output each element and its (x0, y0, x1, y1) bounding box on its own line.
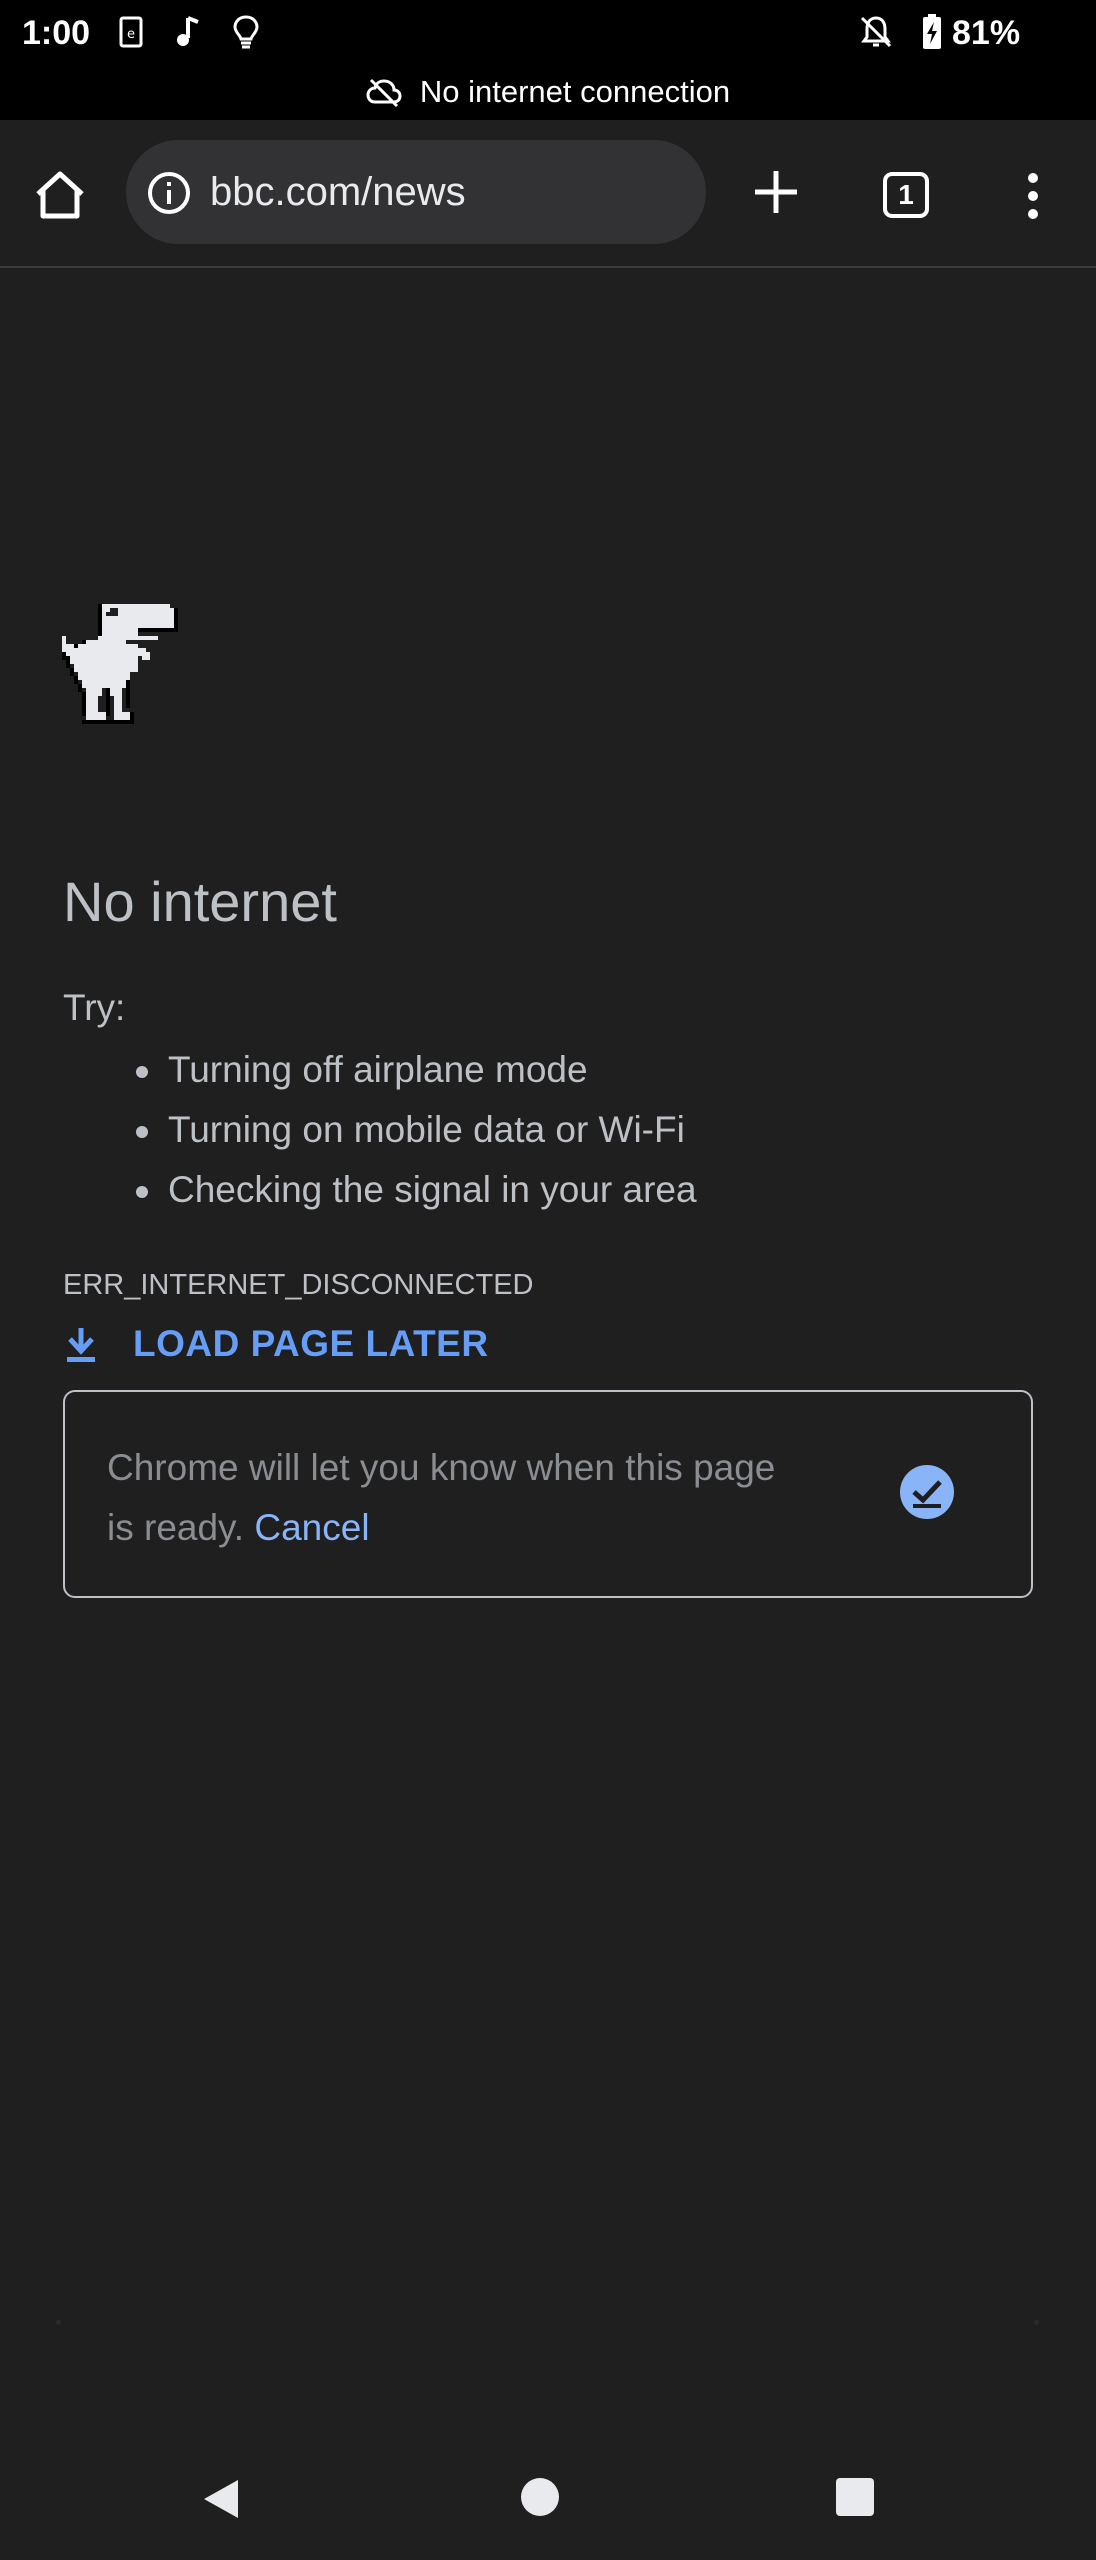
cloud-off-icon (366, 78, 402, 107)
list-item: Checking the signal in your area (0, 1164, 697, 1224)
offline-banner: No internet connection (0, 70, 1096, 114)
url-bar[interactable]: bbc.com/news (126, 140, 706, 244)
plus-icon[interactable] (750, 166, 802, 218)
list-item: Turning on mobile data or Wi-Fi (0, 1104, 697, 1164)
info-icon[interactable] (146, 170, 192, 216)
edge-dot (1034, 2320, 1039, 2325)
browser-toolbar: bbc.com/news 1 (0, 120, 1096, 268)
error-heading: No internet (63, 870, 337, 933)
error-code: ERR_INTERNET_DISCONNECTED (63, 1269, 534, 1301)
music-note-icon (177, 16, 199, 46)
sim-card-icon: e (119, 16, 143, 48)
try-label: Try: (63, 987, 126, 1028)
home-icon[interactable] (30, 166, 90, 226)
back-icon[interactable] (198, 2476, 244, 2522)
battery-charging-icon (923, 14, 941, 49)
tab-switcher-button[interactable]: 1 (883, 172, 929, 218)
load-page-later-label[interactable]: LOAD PAGE LATER (133, 1323, 489, 1365)
suggestion-list: Turning off airplane mode Turning on mob… (0, 1044, 697, 1224)
download-icon (67, 1328, 95, 1362)
list-item: Turning off airplane mode (0, 1044, 697, 1104)
notice-text: Chrome will let you know when this page … (107, 1447, 776, 1548)
status-time: 1:00 (22, 14, 91, 52)
recents-icon[interactable] (836, 2478, 874, 2516)
notifications-off-icon (860, 16, 892, 48)
lightbulb-icon (233, 15, 259, 49)
check-circle-icon (900, 1465, 954, 1519)
battery-percent: 81% (952, 14, 1021, 52)
offline-banner-text: No internet connection (419, 74, 731, 109)
notice-message: Chrome will let you know when this page … (107, 1438, 807, 1558)
cancel-link[interactable]: Cancel (254, 1507, 369, 1548)
home-circle-icon[interactable] (521, 2478, 559, 2516)
svg-text:e: e (127, 27, 135, 42)
status-bar: 1:00 e 81% No internet connection (0, 0, 1096, 120)
edge-dot (56, 2320, 61, 2325)
load-page-later-button[interactable]: LOAD PAGE LATER (63, 1316, 489, 1372)
more-vert-icon[interactable] (1018, 166, 1048, 226)
offline-dino-icon (62, 604, 178, 724)
url-text[interactable]: bbc.com/news (210, 166, 466, 218)
load-later-notice: Chrome will let you know when this page … (63, 1390, 1033, 1598)
navigation-bar (0, 2420, 1096, 2560)
tab-count: 1 (898, 179, 914, 210)
